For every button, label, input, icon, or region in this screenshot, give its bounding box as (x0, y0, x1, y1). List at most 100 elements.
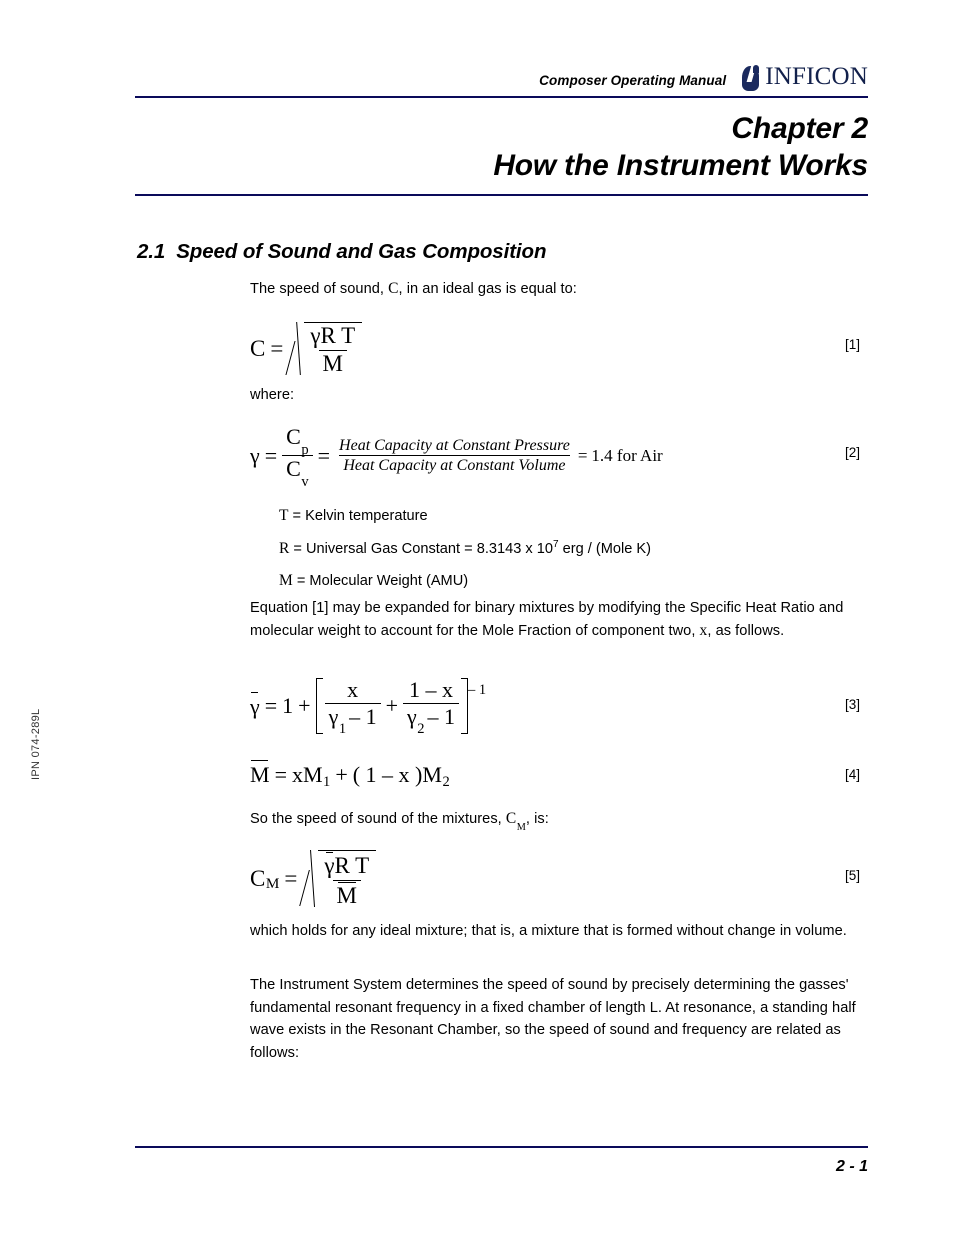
eq1-radical: γR T M (288, 322, 363, 377)
eq2-heat-capacity-fraction: Heat Capacity at Constant Pressure Heat … (335, 437, 574, 475)
eq4-term-b: ( 1 – x )M (352, 762, 442, 787)
definition-m-text: = Molecular Weight (AMU) (292, 573, 469, 589)
eq4-term-a-sub: 1 (323, 774, 331, 791)
intro-text-b: , in an ideal gas is equal to: (398, 281, 577, 297)
eq3-plus: + (298, 692, 311, 718)
variable-cm-sub: M (516, 822, 526, 834)
eq2-heat-capacity-pressure: Heat Capacity at Constant Pressure (339, 436, 570, 454)
manual-title: Composer Operating Manual (539, 72, 727, 88)
definition-t-text: = Kelvin temperature (288, 508, 428, 524)
eq2-result: 1.4 for Air (591, 445, 663, 465)
eq4-term-b-sub: 2 (442, 774, 450, 791)
eq4-m-bar: M (250, 760, 270, 787)
eq2-equals-2: = (317, 442, 331, 468)
eq4-equals: = (274, 762, 287, 787)
variable-cm-base: C (505, 810, 517, 827)
symbol-r: R (279, 539, 290, 557)
inficon-logo-wordmark: INFICON (765, 63, 868, 90)
chapter-number: Chapter 2 (731, 112, 868, 145)
variable-cm: CM (505, 810, 526, 833)
eq3-term1-gamma-sub: 1 (338, 721, 347, 738)
equation-2: γ = Cp Cv = Heat Capacity at Constant Pr… (250, 424, 663, 490)
intro-text-a: The speed of sound, (250, 281, 389, 297)
eq5-gamma-bar: γ (324, 852, 335, 878)
eq1-radicand-numerator: γR T (310, 323, 356, 348)
definition-r: R = Universal Gas Constant = 8.3143 x 10… (279, 533, 651, 566)
equation-2-number: [2] (845, 445, 861, 460)
eq1-radicand-denominator: M (318, 349, 347, 377)
eq3-exponent: – 1 (468, 682, 487, 699)
header-rule (135, 96, 868, 98)
so-text-b: , is: (525, 811, 549, 827)
eq5-m-bar: M (336, 881, 357, 908)
equation-1-number: [1] (845, 337, 861, 352)
eq4-term-a: xM (291, 762, 323, 787)
definition-r-text-after: erg / (Mole K) (558, 540, 652, 557)
inficon-logo-icon (740, 65, 762, 91)
equation-5: CM = γR T M (250, 850, 377, 909)
expand-text-end: , as follows. (707, 622, 785, 639)
eq2-cp-sub: p (301, 441, 309, 458)
eq3-term2-gamma: γ (407, 703, 417, 729)
eq1-equals: = (270, 336, 284, 362)
equation-4: M = xM 1 + ( 1 – x )M 2 (250, 760, 450, 791)
eq3-term2-minus-one: – 1 (427, 703, 456, 729)
eq5-lhs: C (250, 866, 266, 892)
variable-c: C (388, 280, 399, 297)
page-header: Composer Operating Manual INFICON (135, 62, 868, 94)
eq3-term-2: 1 – x γ2– 1 (403, 677, 459, 738)
eq3-equals: = (264, 692, 278, 718)
document-page: Composer Operating Manual INFICON Chapte… (0, 0, 954, 1235)
paragraph-where: where: (250, 387, 295, 403)
chapter-rule (135, 194, 868, 196)
eq3-bracket-group: x γ1– 1 + 1 – x γ2– 1 (315, 677, 468, 738)
eq1-lhs: C (250, 336, 266, 362)
document-part-number: IPN 074-289L (30, 708, 42, 780)
section-heading: 2.1 Speed of Sound and Gas Composition (137, 240, 546, 264)
bracket-left-icon (315, 678, 323, 734)
paragraph-so: So the speed of sound of the mixtures, C… (250, 808, 870, 837)
so-text-a: So the speed of sound of the mixtures, (250, 811, 506, 827)
eq3-one: 1 (282, 692, 294, 718)
chapter-title: How the Instrument Works (493, 149, 868, 182)
symbol-m: M (279, 572, 293, 589)
definition-t: T = Kelvin temperature (279, 500, 651, 533)
section-number: 2.1 (137, 240, 166, 263)
equation-3: γ = 1 + x γ1– 1 + 1 – x γ2– 1 – 1 (250, 677, 487, 738)
equation-5-number: [5] (845, 868, 861, 883)
equation-4-number: [4] (845, 767, 861, 782)
inficon-logo: INFICON (740, 63, 868, 92)
definition-r-text-before: = Universal Gas Constant = 8.3143 x 10 (289, 540, 553, 557)
bracket-right-icon (461, 678, 468, 734)
paragraph-system: The Instrument System determines the spe… (250, 977, 856, 1061)
eq2-cp: C (286, 424, 301, 449)
eq2-cv: C (286, 456, 301, 482)
eq5-radical: γR T M (302, 850, 377, 909)
eq3-term1-minus-one: – 1 (349, 703, 377, 729)
paragraph-expand: Equation [1] may be expanded for binary … (250, 597, 875, 642)
variable-definitions: T = Kelvin temperature R = Universal Gas… (279, 500, 651, 598)
eq3-term2-numerator: 1 – x (409, 677, 453, 702)
equation-3-number: [3] (845, 697, 861, 712)
eq5-rt: R T (334, 853, 370, 878)
eq2-cv-sub: v (301, 473, 309, 490)
page-number: 2 - 1 (835, 1158, 868, 1175)
paragraph-intro: The speed of sound, C, in an ideal gas i… (250, 278, 870, 301)
eq5-lhs-sub: M (265, 874, 280, 892)
equation-1: C = γR T M (250, 322, 363, 377)
eq2-heat-capacity-volume: Heat Capacity at Constant Volume (339, 455, 570, 474)
footer-rule (135, 1146, 868, 1148)
eq3-gamma-bar: γ (250, 691, 260, 719)
eq3-term1-gamma: γ (328, 703, 339, 729)
eq2-cp-cv-fraction: Cp Cv (282, 424, 313, 490)
chapter-title-block: Chapter 2 How the Instrument Works (135, 110, 868, 184)
eq2-lhs: γ (250, 442, 260, 468)
eq2-equals-3: = (577, 445, 588, 465)
radical-sign-icon (288, 322, 304, 377)
section-title: Speed of Sound and Gas Composition (176, 240, 547, 263)
eq3-term2-gamma-sub: 2 (417, 721, 425, 738)
eq4-plus: + (335, 762, 348, 787)
eq3-term-1: x γ1– 1 (324, 678, 381, 738)
radical-sign-icon (302, 850, 318, 909)
definition-m: M = Molecular Weight (AMU) (279, 565, 651, 598)
